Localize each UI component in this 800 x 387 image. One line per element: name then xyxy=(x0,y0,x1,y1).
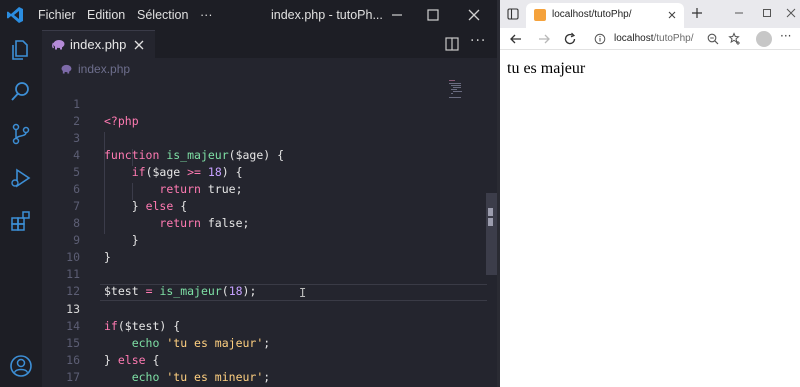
editor-tab-bar: index.php ··· xyxy=(42,30,497,58)
breadcrumb-file[interactable]: index.php xyxy=(78,62,130,76)
search-icon[interactable] xyxy=(8,79,34,105)
browser-tab-title: localhost/tutoPhp/ xyxy=(552,9,632,20)
code-line[interactable]: 4 if($age >= 18) { xyxy=(42,130,487,179)
source-control-icon[interactable] xyxy=(8,121,34,147)
browser-tab[interactable]: localhost/tutoPhp/ xyxy=(526,3,684,28)
favorite-star-icon[interactable] xyxy=(728,32,742,46)
activity-bar xyxy=(0,30,42,387)
code-line[interactable]: 11 $test = is_majeur(18); xyxy=(42,249,487,298)
split-editor-icon[interactable] xyxy=(444,36,460,52)
tab-index-php[interactable]: index.php xyxy=(42,30,155,58)
browser-menu-icon[interactable]: ··· xyxy=(780,29,791,43)
browser-window: localhost/tutoPhp/ localhost/tutoPhp/ ··… xyxy=(500,0,800,387)
back-icon[interactable] xyxy=(508,31,524,47)
tab-actions-icon[interactable] xyxy=(506,7,520,21)
menu-selection[interactable]: Sélection xyxy=(137,8,188,22)
maximize-icon[interactable] xyxy=(760,6,774,20)
page-output-text: tu es majeur xyxy=(507,60,586,77)
page-content: tu es majeur xyxy=(500,51,800,387)
more-actions-icon[interactable]: ··· xyxy=(470,33,486,49)
tab-label: index.php xyxy=(70,37,127,52)
title-bar: Fichier Edition Sélection ··· index.php … xyxy=(0,0,497,30)
code-line[interactable]: 12 xyxy=(42,266,487,298)
zoom-icon[interactable] xyxy=(706,32,720,46)
code-line[interactable]: 9 } xyxy=(42,215,487,264)
code-line[interactable]: 15 } else { xyxy=(42,318,487,367)
run-debug-icon[interactable] xyxy=(8,165,34,191)
vscode-logo-icon[interactable] xyxy=(6,6,24,24)
code-line[interactable]: 1 <?php xyxy=(42,79,487,128)
code-line[interactable]: 17 } xyxy=(42,352,487,384)
code-line[interactable]: 14 echo 'tu es majeur'; xyxy=(42,301,487,350)
browser-toolbar: localhost/tutoPhp/ ··· xyxy=(500,28,800,50)
minimize-icon[interactable] xyxy=(386,4,408,26)
close-tab-icon[interactable] xyxy=(666,9,678,21)
text-cursor-icon: I xyxy=(299,286,307,300)
vscode-window: Fichier Edition Sélection ··· index.php … xyxy=(0,0,497,387)
code-line[interactable]: 16 echo 'tu es mineur'; xyxy=(42,335,487,384)
close-window-icon[interactable] xyxy=(784,6,798,20)
code-line-current[interactable]: 13 if($test) { xyxy=(42,284,487,333)
menu-fichier[interactable]: Fichier xyxy=(38,8,76,22)
code-editor[interactable]: 1 <?php 2 3 function is_majeur($age) { 4… xyxy=(42,78,497,387)
php-elephant-icon xyxy=(52,40,65,50)
account-icon[interactable] xyxy=(8,353,34,379)
menu-edition[interactable]: Edition xyxy=(87,8,125,22)
code-line[interactable]: 10 xyxy=(42,232,487,264)
menu-more[interactable]: ··· xyxy=(200,8,213,22)
code-line[interactable]: 7 return false; xyxy=(42,181,487,230)
minimap[interactable] xyxy=(447,78,467,108)
close-window-icon[interactable] xyxy=(463,4,485,26)
code-line[interactable]: 6 } else { xyxy=(42,164,487,213)
code-line[interactable]: 2 xyxy=(42,96,487,128)
scrollbar-thumb[interactable] xyxy=(486,193,497,275)
close-tab-icon[interactable] xyxy=(132,38,146,52)
favicon-icon xyxy=(534,9,546,21)
code-line[interactable]: 8 } xyxy=(42,198,487,247)
php-elephant-icon xyxy=(61,64,72,74)
scrollbar-marker xyxy=(488,218,493,226)
code-line[interactable]: 3 function is_majeur($age) { xyxy=(42,113,487,162)
scrollbar-marker xyxy=(488,208,493,216)
new-tab-icon[interactable] xyxy=(690,6,704,20)
minimize-icon[interactable] xyxy=(732,6,746,20)
breadcrumb[interactable]: index.php xyxy=(42,58,497,78)
site-info-icon[interactable] xyxy=(594,33,606,45)
maximize-icon[interactable] xyxy=(422,4,444,26)
profile-avatar-icon[interactable] xyxy=(756,31,772,47)
browser-tab-strip: localhost/tutoPhp/ xyxy=(500,0,800,28)
explorer-icon[interactable] xyxy=(8,36,34,62)
address-bar[interactable]: localhost/tutoPhp/ xyxy=(588,29,758,49)
url-text[interactable]: localhost/tutoPhp/ xyxy=(614,33,694,44)
line-number: 17 xyxy=(66,370,80,384)
extensions-icon[interactable] xyxy=(8,209,34,235)
code-line[interactable]: 5 return true; xyxy=(42,147,487,196)
refresh-icon[interactable] xyxy=(562,31,578,47)
forward-icon[interactable] xyxy=(536,31,552,47)
window-title: index.php - tutoPh... xyxy=(271,8,383,22)
